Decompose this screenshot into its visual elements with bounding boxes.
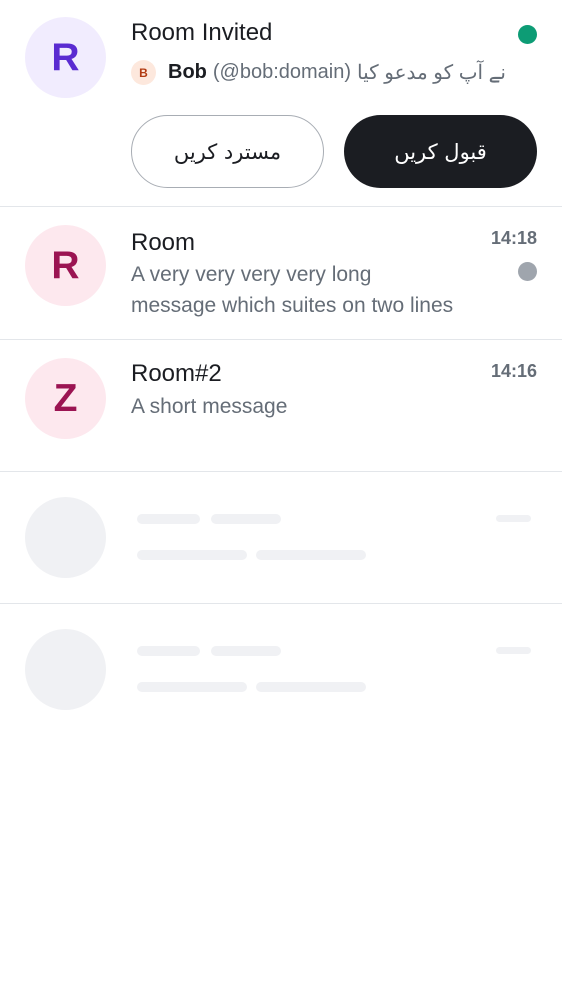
room-name: Room Invited <box>131 19 273 46</box>
room-timestamp: 14:16 <box>490 361 537 381</box>
placeholder-avatar <box>25 497 106 578</box>
placeholder-bar <box>256 682 366 692</box>
room-invite-item[interactable]: R Room Invited B Bob (@bob:domain) نے آپ… <box>0 0 562 207</box>
room-name: Room <box>131 229 196 256</box>
room-list: R Room Invited B Bob (@bob:domain) نے آپ… <box>0 0 562 736</box>
inviter-line: B Bob (@bob:domain) نے آپ کو مدعو کیا <box>131 60 506 85</box>
room-avatar: Z <box>25 358 106 439</box>
loading-placeholder-item <box>0 472 562 604</box>
placeholder-bar <box>496 647 531 654</box>
message-line-1: A very very very very long <box>131 263 372 286</box>
invite-message: نے آپ کو مدعو کیا <box>357 62 506 84</box>
placeholder-bar <box>211 514 281 524</box>
placeholder-avatar <box>25 629 106 710</box>
placeholder-bar <box>137 646 200 656</box>
accept-button[interactable]: قبول کریں <box>344 115 537 188</box>
room-last-message: A short message <box>131 391 476 422</box>
decline-button[interactable]: مسترد کریں <box>131 115 324 188</box>
placeholder-bar <box>256 550 366 560</box>
inviter-handle: (@bob:domain) <box>212 61 352 83</box>
room-last-message: A very very very very long message which… <box>131 259 476 321</box>
inviter-name: Bob <box>168 61 207 83</box>
message-line-2: message which suites on two lines <box>131 294 454 317</box>
room-list-item[interactable]: Z Room#2 14:16 A short message <box>0 340 562 472</box>
placeholder-bar <box>137 550 247 560</box>
room-list-item[interactable]: R Room 14:18 A very very very very long … <box>0 207 562 340</box>
inviter-avatar: B <box>131 60 156 85</box>
message-line-1: A short message <box>131 395 288 418</box>
room-name: Room#2 <box>131 360 222 387</box>
placeholder-bar <box>496 515 531 522</box>
placeholder-bar <box>211 646 281 656</box>
room-timestamp: 14:18 <box>490 228 537 248</box>
room-avatar: R <box>25 225 106 306</box>
room-avatar: R <box>25 17 106 98</box>
placeholder-bar <box>137 514 200 524</box>
placeholder-bar <box>137 682 247 692</box>
invite-indicator-dot <box>518 25 537 44</box>
loading-placeholder-item <box>0 604 562 736</box>
unread-indicator-dot <box>518 262 537 281</box>
